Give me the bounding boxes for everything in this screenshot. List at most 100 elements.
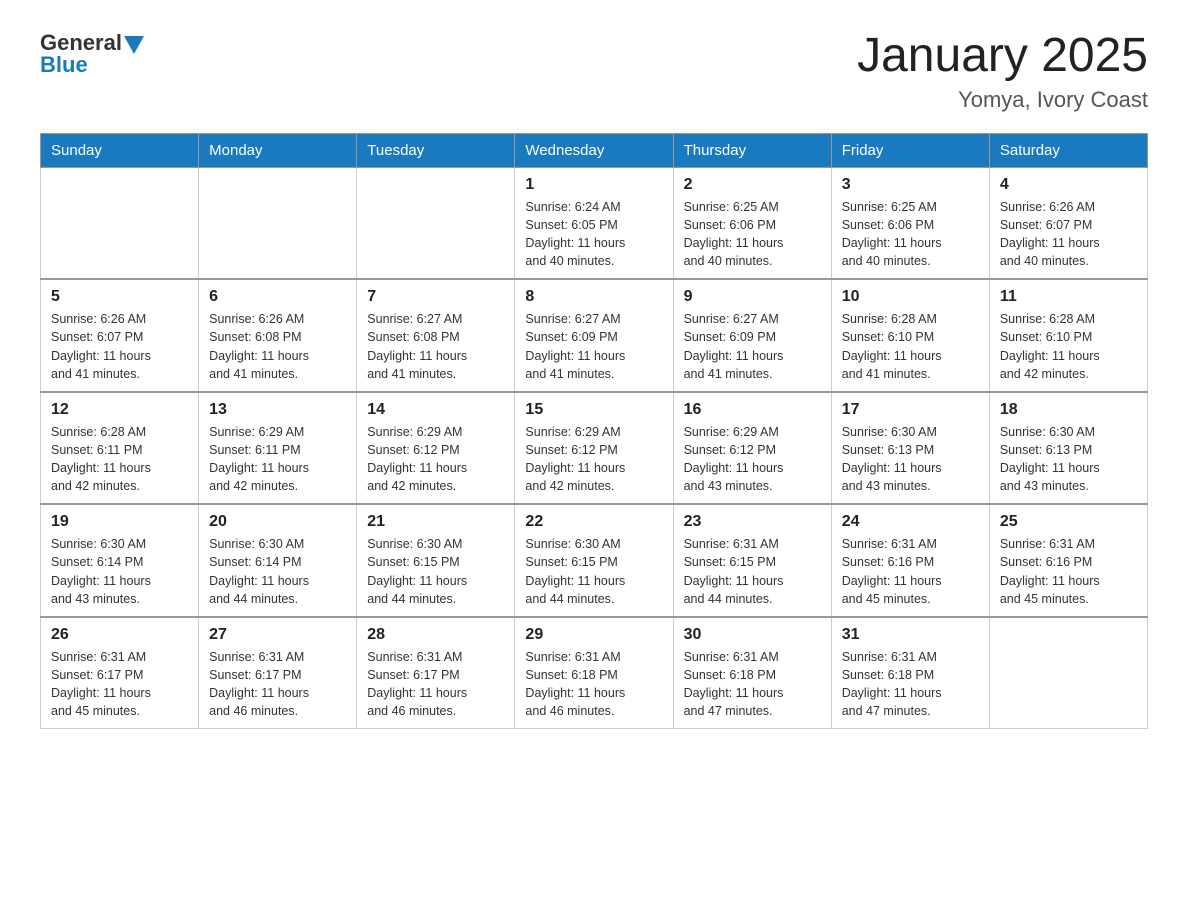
- calendar-day-cell: 14Sunrise: 6:29 AM Sunset: 6:12 PM Dayli…: [357, 392, 515, 505]
- calendar-week-row: 12 Sunrise: 6:28 AM Sunset: 6:11 PM Dayli…: [41, 392, 1148, 505]
- day-number: 17: [842, 401, 979, 419]
- day-number: 5: [51, 288, 188, 306]
- day-info: Sunrise: 6:30 AM Sunset: 6:14 PM Dayligh…: [51, 535, 188, 608]
- calendar-day-cell: [989, 617, 1147, 729]
- day-info: Sunrise: 6:29 AM Sunset: 6:11 PM Dayligh…: [209, 423, 346, 496]
- calendar-day-cell: 22 Sunrise: 6:30 AM Sunset: 6:15 PM Dayli…: [515, 504, 673, 617]
- day-number: 11: [1000, 288, 1137, 306]
- day-info: Sunrise: 6:26 AM Sunset: 6:08 PM Dayligh…: [209, 310, 346, 383]
- day-number: 3: [842, 176, 979, 194]
- calendar-day-cell: 24 Sunrise: 6:31 AM Sunset: 6:16 PM Dayli…: [831, 504, 989, 617]
- day-info: Sunrise: 6:28 AM Sunset: 6:11 PM Dayligh…: [51, 423, 188, 496]
- day-number: 20: [209, 513, 346, 531]
- day-number: 30: [684, 626, 821, 644]
- logo-blue: Blue: [40, 52, 144, 78]
- calendar-day-cell: 21Sunrise: 6:30 AM Sunset: 6:15 PM Dayli…: [357, 504, 515, 617]
- calendar-day-cell: 15Sunrise: 6:29 AM Sunset: 6:12 PM Dayli…: [515, 392, 673, 505]
- calendar-day-cell: 3Sunrise: 6:25 AM Sunset: 6:06 PM Daylig…: [831, 167, 989, 279]
- page-header: General Blue January 2025 Yomya, Ivory C…: [40, 30, 1148, 113]
- calendar-day-cell: 12 Sunrise: 6:28 AM Sunset: 6:11 PM Dayli…: [41, 392, 199, 505]
- day-info: Sunrise: 6:28 AM Sunset: 6:10 PM Dayligh…: [842, 310, 979, 383]
- day-of-week-header: Friday: [831, 133, 989, 167]
- day-info: Sunrise: 6:27 AM Sunset: 6:08 PM Dayligh…: [367, 310, 504, 383]
- day-info: Sunrise: 6:31 AM Sunset: 6:15 PM Dayligh…: [684, 535, 821, 608]
- day-info: Sunrise: 6:30 AM Sunset: 6:14 PM Dayligh…: [209, 535, 346, 608]
- day-number: 9: [684, 288, 821, 306]
- calendar-day-cell: 1 Sunrise: 6:24 AM Sunset: 6:05 PM Daylig…: [515, 167, 673, 279]
- calendar-week-row: 26 Sunrise: 6:31 AM Sunset: 6:17 PM Dayli…: [41, 617, 1148, 729]
- day-info: Sunrise: 6:28 AM Sunset: 6:10 PM Dayligh…: [1000, 310, 1137, 383]
- day-number: 23: [684, 513, 821, 531]
- day-info: Sunrise: 6:30 AM Sunset: 6:13 PM Dayligh…: [1000, 423, 1137, 496]
- day-number: 25: [1000, 513, 1137, 531]
- day-info: Sunrise: 6:31 AM Sunset: 6:18 PM Dayligh…: [842, 648, 979, 721]
- calendar-day-cell: 29 Sunrise: 6:31 AM Sunset: 6:18 PM Dayli…: [515, 617, 673, 729]
- day-info: Sunrise: 6:30 AM Sunset: 6:15 PM Dayligh…: [525, 535, 662, 608]
- day-info: Sunrise: 6:30 AM Sunset: 6:13 PM Dayligh…: [842, 423, 979, 496]
- day-number: 31: [842, 626, 979, 644]
- day-of-week-header: Thursday: [673, 133, 831, 167]
- calendar-day-cell: 19 Sunrise: 6:30 AM Sunset: 6:14 PM Dayli…: [41, 504, 199, 617]
- day-of-week-header: Sunday: [41, 133, 199, 167]
- day-number: 4: [1000, 176, 1137, 194]
- day-info: Sunrise: 6:26 AM Sunset: 6:07 PM Dayligh…: [1000, 198, 1137, 271]
- calendar-day-cell: 16Sunrise: 6:29 AM Sunset: 6:12 PM Dayli…: [673, 392, 831, 505]
- day-number: 29: [525, 626, 662, 644]
- day-number: 7: [367, 288, 504, 306]
- day-info: Sunrise: 6:29 AM Sunset: 6:12 PM Dayligh…: [684, 423, 821, 496]
- calendar-day-cell: 6 Sunrise: 6:26 AM Sunset: 6:08 PM Daylig…: [199, 279, 357, 392]
- day-number: 26: [51, 626, 188, 644]
- day-number: 22: [525, 513, 662, 531]
- calendar-day-cell: 9 Sunrise: 6:27 AM Sunset: 6:09 PM Daylig…: [673, 279, 831, 392]
- calendar-day-cell: 7 Sunrise: 6:27 AM Sunset: 6:08 PM Daylig…: [357, 279, 515, 392]
- day-number: 18: [1000, 401, 1137, 419]
- day-info: Sunrise: 6:31 AM Sunset: 6:17 PM Dayligh…: [209, 648, 346, 721]
- day-info: Sunrise: 6:29 AM Sunset: 6:12 PM Dayligh…: [367, 423, 504, 496]
- day-info: Sunrise: 6:31 AM Sunset: 6:18 PM Dayligh…: [684, 648, 821, 721]
- day-number: 15: [525, 401, 662, 419]
- calendar-week-row: 19 Sunrise: 6:30 AM Sunset: 6:14 PM Dayli…: [41, 504, 1148, 617]
- calendar-day-cell: [357, 167, 515, 279]
- day-of-week-header: Wednesday: [515, 133, 673, 167]
- day-number: 12: [51, 401, 188, 419]
- calendar-day-cell: [41, 167, 199, 279]
- day-info: Sunrise: 6:31 AM Sunset: 6:17 PM Dayligh…: [367, 648, 504, 721]
- calendar-day-cell: [199, 167, 357, 279]
- calendar-day-cell: 18 Sunrise: 6:30 AM Sunset: 6:13 PM Dayli…: [989, 392, 1147, 505]
- day-info: Sunrise: 6:26 AM Sunset: 6:07 PM Dayligh…: [51, 310, 188, 383]
- day-of-week-header: Saturday: [989, 133, 1147, 167]
- day-number: 6: [209, 288, 346, 306]
- day-number: 24: [842, 513, 979, 531]
- calendar-week-row: 5 Sunrise: 6:26 AM Sunset: 6:07 PM Daylig…: [41, 279, 1148, 392]
- day-info: Sunrise: 6:27 AM Sunset: 6:09 PM Dayligh…: [684, 310, 821, 383]
- calendar-day-cell: 31 Sunrise: 6:31 AM Sunset: 6:18 PM Dayli…: [831, 617, 989, 729]
- day-info: Sunrise: 6:31 AM Sunset: 6:17 PM Dayligh…: [51, 648, 188, 721]
- calendar-day-cell: 27 Sunrise: 6:31 AM Sunset: 6:17 PM Dayli…: [199, 617, 357, 729]
- calendar-day-cell: 25 Sunrise: 6:31 AM Sunset: 6:16 PM Dayli…: [989, 504, 1147, 617]
- calendar-day-cell: 26 Sunrise: 6:31 AM Sunset: 6:17 PM Dayli…: [41, 617, 199, 729]
- day-number: 2: [684, 176, 821, 194]
- location-subtitle: Yomya, Ivory Coast: [857, 87, 1148, 113]
- calendar-day-cell: 13Sunrise: 6:29 AM Sunset: 6:11 PM Dayli…: [199, 392, 357, 505]
- day-of-week-header: Monday: [199, 133, 357, 167]
- day-info: Sunrise: 6:25 AM Sunset: 6:06 PM Dayligh…: [684, 198, 821, 271]
- title-area: January 2025 Yomya, Ivory Coast: [857, 30, 1148, 113]
- day-info: Sunrise: 6:27 AM Sunset: 6:09 PM Dayligh…: [525, 310, 662, 383]
- day-number: 1: [525, 176, 662, 194]
- calendar-week-row: 1 Sunrise: 6:24 AM Sunset: 6:05 PM Daylig…: [41, 167, 1148, 279]
- day-info: Sunrise: 6:31 AM Sunset: 6:16 PM Dayligh…: [1000, 535, 1137, 608]
- calendar-day-cell: 20 Sunrise: 6:30 AM Sunset: 6:14 PM Dayli…: [199, 504, 357, 617]
- calendar-day-cell: 23 Sunrise: 6:31 AM Sunset: 6:15 PM Dayli…: [673, 504, 831, 617]
- calendar-day-cell: 4 Sunrise: 6:26 AM Sunset: 6:07 PM Daylig…: [989, 167, 1147, 279]
- day-info: Sunrise: 6:31 AM Sunset: 6:18 PM Dayligh…: [525, 648, 662, 721]
- day-number: 19: [51, 513, 188, 531]
- day-info: Sunrise: 6:24 AM Sunset: 6:05 PM Dayligh…: [525, 198, 662, 271]
- calendar-day-cell: 17 Sunrise: 6:30 AM Sunset: 6:13 PM Dayli…: [831, 392, 989, 505]
- day-of-week-header: Tuesday: [357, 133, 515, 167]
- calendar-day-cell: 30 Sunrise: 6:31 AM Sunset: 6:18 PM Dayli…: [673, 617, 831, 729]
- day-info: Sunrise: 6:31 AM Sunset: 6:16 PM Dayligh…: [842, 535, 979, 608]
- day-number: 27: [209, 626, 346, 644]
- calendar-day-cell: 28Sunrise: 6:31 AM Sunset: 6:17 PM Dayli…: [357, 617, 515, 729]
- calendar-day-cell: 8Sunrise: 6:27 AM Sunset: 6:09 PM Daylig…: [515, 279, 673, 392]
- calendar-day-cell: 2 Sunrise: 6:25 AM Sunset: 6:06 PM Daylig…: [673, 167, 831, 279]
